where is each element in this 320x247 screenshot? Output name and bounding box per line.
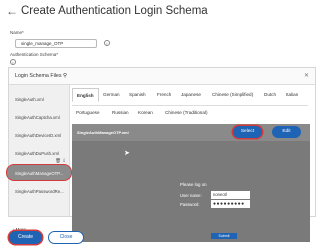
tab-dutch[interactable]: Dutch — [260, 88, 280, 102]
search-icon[interactable]: ⚲ — [63, 73, 67, 79]
back-arrow-icon[interactable]: ← — [6, 4, 18, 18]
file-item[interactable]: SingleAuthPasswordRe... — [9, 183, 70, 200]
name-field[interactable]: single_manage_OTP — [15, 39, 97, 48]
info-icon[interactable]: i — [10, 59, 16, 65]
edit-button[interactable]: Edit — [272, 126, 301, 138]
delete-icon[interactable]: 🗑 — [55, 158, 61, 163]
tab-chinese-simplified[interactable]: Chinese (Simplified) — [208, 88, 257, 102]
file-item[interactable]: SingleAuth.xml — [9, 91, 70, 108]
file-item[interactable]: SingleAuthDeviceID.xml — [9, 127, 70, 144]
mouse-cursor-icon: ➤ — [124, 150, 130, 157]
tab-russian[interactable]: Russian — [108, 106, 133, 120]
file-item[interactable]: SingleAuthCaptcha.xml — [9, 109, 70, 126]
selected-file-name: SingleAuthManageOTP.xml — [77, 130, 129, 135]
password-field[interactable]: ●●●●●●●●● — [211, 200, 250, 208]
page-header: ← Create Authentication Login Schema — [6, 2, 208, 20]
password-label: Password: — [180, 202, 200, 207]
schema-label: Authentication Schema* — [10, 52, 59, 57]
logon-heading: Please log on — [180, 182, 207, 187]
tab-portuguese[interactable]: Portuguese — [72, 106, 104, 120]
panel-header: Login Schema Files ⚲ ✕ — [9, 68, 315, 85]
page-title: Create Authentication Login Schema — [21, 5, 208, 17]
panel-title: Login Schema Files ⚲ — [15, 73, 67, 79]
tab-italian[interactable]: Italian — [282, 88, 302, 102]
file-item-selected[interactable]: SingleAuthManageOTP... — [6, 164, 72, 181]
close-icon[interactable]: ✕ — [304, 72, 309, 79]
info-icon[interactable]: i — [104, 40, 110, 46]
tab-french[interactable]: French — [153, 88, 175, 102]
tab-chinese-traditional[interactable]: Chinese (Traditional) — [161, 106, 211, 120]
download-icon[interactable]: ⇩ — [62, 158, 66, 163]
username-field[interactable]: noneotl — [211, 191, 250, 199]
name-label: Name* — [10, 30, 24, 35]
selected-file-bar: SingleAuthManageOTP.xml Select Edit — [72, 124, 310, 141]
create-button[interactable]: Create — [9, 231, 42, 244]
username-label: User name: — [180, 193, 202, 198]
tab-korean[interactable]: Korean — [134, 106, 157, 120]
select-button[interactable]: Select — [233, 126, 262, 138]
submit-button[interactable]: Submit — [211, 233, 237, 239]
tab-spanish[interactable]: Spanish — [125, 88, 150, 102]
close-button[interactable]: Close — [48, 231, 84, 244]
tab-english[interactable]: English — [72, 88, 99, 102]
login-preview: ➤ Please log on User name: noneotl Passw… — [72, 141, 310, 242]
tab-japanese[interactable]: Japanese — [177, 88, 205, 102]
file-list: SingleAuth.xml SingleAuthCaptcha.xml Sin… — [6, 85, 72, 232]
tab-german[interactable]: German — [99, 88, 124, 102]
